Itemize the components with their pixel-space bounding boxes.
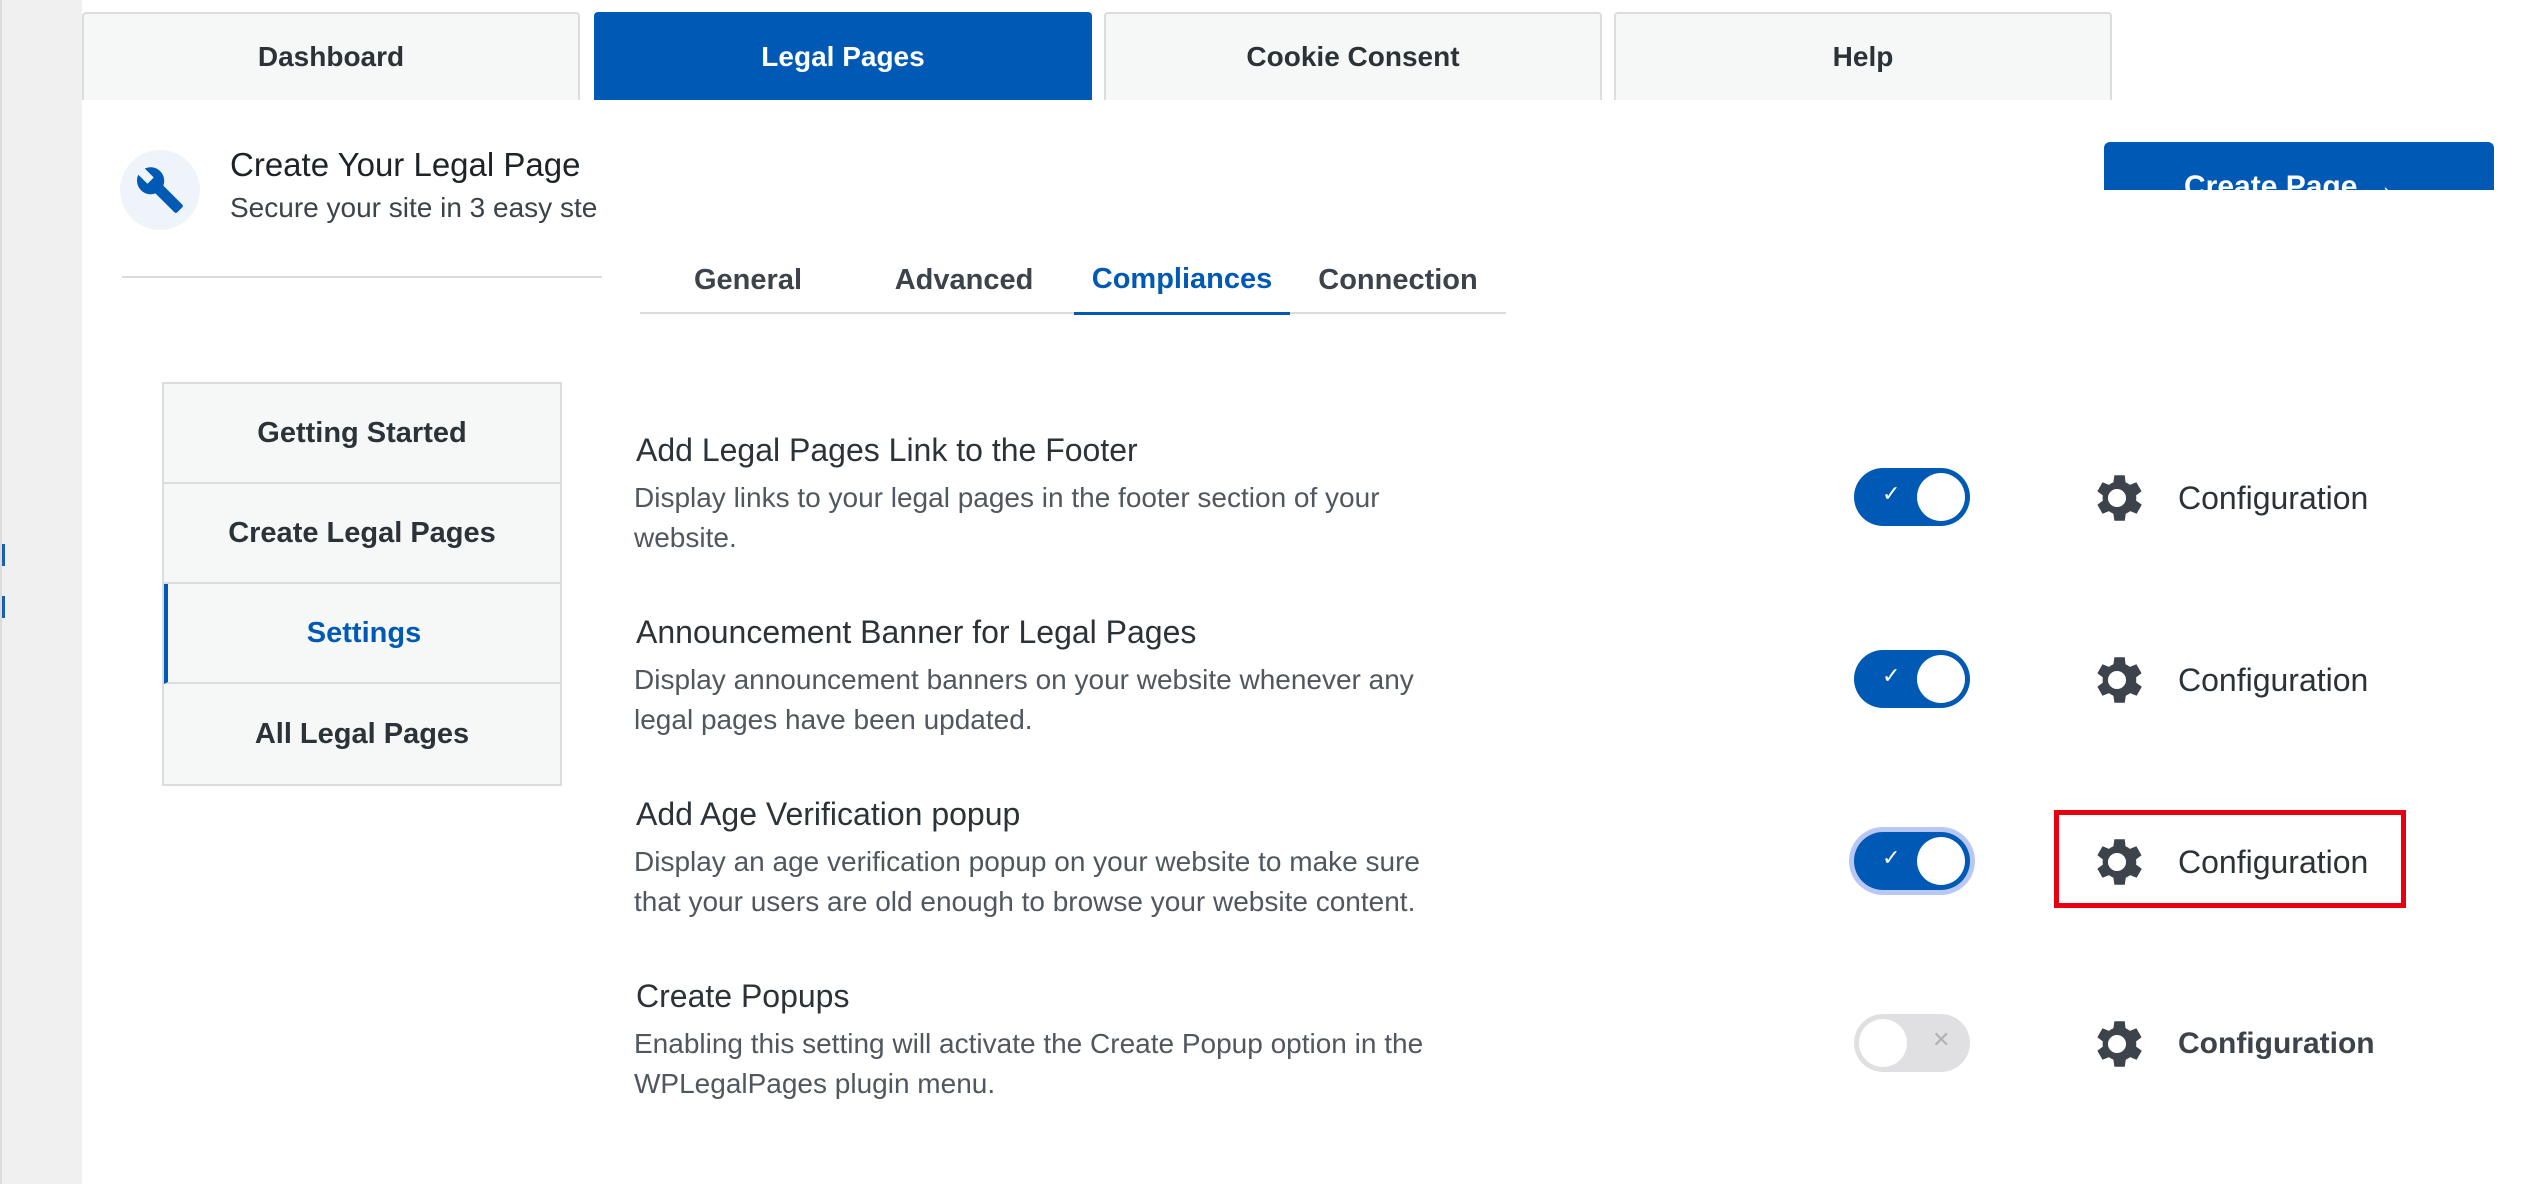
menu-getting-started[interactable]: Getting Started: [164, 384, 560, 484]
tab-dashboard[interactable]: Dashboard: [82, 12, 580, 100]
setting-title: Create Popups: [636, 978, 850, 1014]
tab-cookie-consent[interactable]: Cookie Consent: [1104, 12, 1602, 100]
menu-settings[interactable]: Settings: [164, 584, 560, 684]
tab-connection[interactable]: Connection: [1290, 246, 1506, 314]
configuration-label: Configuration: [2178, 661, 2369, 698]
tab-legal-pages[interactable]: Legal Pages: [594, 12, 1092, 100]
toggle-knob: [1917, 837, 1965, 885]
create-page-button[interactable]: Create Page →: [2104, 142, 2494, 190]
gear-icon: [2097, 657, 2142, 703]
tab-compliances[interactable]: Compliances: [1074, 246, 1290, 315]
menu-all-legal-pages[interactable]: All Legal Pages: [164, 684, 560, 784]
toggle-knob: [1917, 473, 1965, 521]
highlight-box: [2054, 810, 2406, 908]
tab-general[interactable]: General: [640, 246, 856, 314]
side-menu: Getting Started Create Legal Pages Setti…: [162, 382, 562, 786]
admin-sidebar-edge: [0, 0, 82, 1184]
cross-icon: ✕: [1932, 1028, 1951, 1053]
setting-title: Add Age Verification popup: [636, 796, 1021, 832]
configuration-button[interactable]: Configuration: [2086, 1012, 2375, 1076]
setting-description: Display links to your legal pages in the…: [634, 482, 1380, 553]
toggle-knob: [1917, 655, 1965, 703]
sidebar-indicator: [2, 596, 5, 618]
check-icon: ✓: [1882, 664, 1901, 689]
gear-icon: [2097, 475, 2142, 521]
configuration-button[interactable]: Configuration: [2086, 466, 2368, 530]
setting-description: Display announcement banners on your web…: [634, 664, 1414, 735]
setting-title: Add Legal Pages Link to the Footer: [636, 432, 1138, 468]
page-subtitle: Secure your site in 3 easy ste: [230, 192, 598, 223]
footer-links-toggle[interactable]: ✓: [1854, 468, 1970, 526]
sidebar-indicator: [2, 544, 5, 566]
toggle-knob: [1859, 1019, 1907, 1067]
page-title: Create Your Legal Page: [230, 146, 581, 183]
gear-icon: [2097, 1021, 2142, 1067]
setting-title: Announcement Banner for Legal Pages: [636, 614, 1197, 650]
setting-description: Enabling this setting will activate the …: [634, 1028, 1424, 1099]
header-divider: [122, 276, 602, 278]
announcement-banner-toggle[interactable]: ✓: [1854, 650, 1970, 708]
menu-create-legal-pages[interactable]: Create Legal Pages: [164, 484, 560, 584]
check-icon: ✓: [1882, 846, 1901, 871]
wrench-icon: [120, 150, 200, 230]
configuration-button[interactable]: Configuration: [2086, 648, 2368, 712]
create-popups-toggle[interactable]: ✕: [1854, 1014, 1970, 1072]
settings-tab-bar: General Advanced Compliances Connection: [640, 246, 1506, 315]
configuration-label: Configuration: [2178, 1027, 2375, 1060]
create-page-label: Create Page →: [2184, 170, 2396, 190]
tab-advanced[interactable]: Advanced: [856, 246, 1072, 314]
tab-help[interactable]: Help: [1614, 12, 2112, 100]
setting-description: Display an age verification popup on you…: [634, 846, 1420, 917]
configuration-label: Configuration: [2178, 479, 2369, 516]
check-icon: ✓: [1882, 482, 1901, 507]
age-verification-toggle[interactable]: ✓: [1854, 832, 1970, 890]
